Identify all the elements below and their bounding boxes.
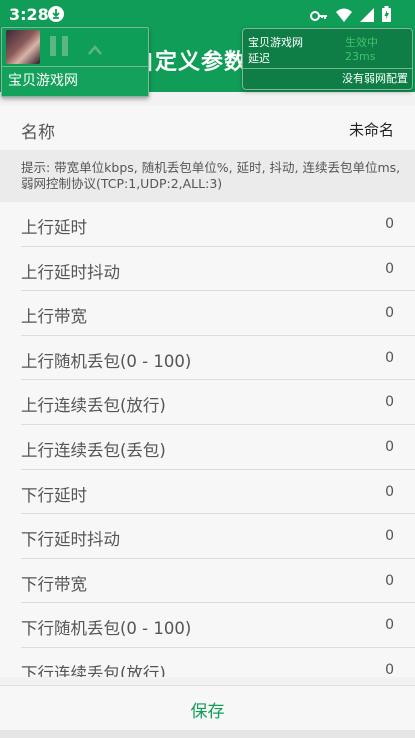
param-value[interactable]: 0 <box>385 617 394 633</box>
name-label: 名称 <box>21 123 55 143</box>
param-label: 下行延时 <box>21 485 87 505</box>
param-value[interactable]: 0 <box>385 216 394 232</box>
status-time: 3:28 <box>9 5 49 24</box>
overlay-delay-value: 23ms <box>345 50 376 63</box>
param-label: 上行延时抖动 <box>21 262 120 282</box>
param-row[interactable]: 上行延时抖动 0 <box>21 247 415 292</box>
pause-icon[interactable] <box>50 36 70 56</box>
param-label: 下行连续丢包(放行) <box>21 663 166 677</box>
hint-text: 提示: 带宽单位kbps, 随机丢包单位%, 延时, 抖动, 连续丢包单位ms,… <box>0 150 415 202</box>
param-row[interactable]: 下行随机丢包(0 - 100) 0 <box>21 603 415 648</box>
param-row[interactable]: 下行延时抖动 0 <box>21 514 415 559</box>
signal-icon <box>360 7 374 26</box>
param-label: 下行随机丢包(0 - 100) <box>21 619 192 639</box>
param-row[interactable]: 上行连续丢包(丢包) 0 <box>21 425 415 470</box>
param-row[interactable]: 上行随机丢包(0 - 100) 0 <box>21 336 415 381</box>
overlay-delay-label: 延迟 <box>248 52 270 65</box>
param-label: 下行延时抖动 <box>21 530 120 550</box>
save-button[interactable]: 保存 <box>191 697 225 722</box>
param-row[interactable]: 下行带宽 0 <box>21 559 415 604</box>
param-label: 上行连续丢包(放行) <box>21 396 166 416</box>
param-row[interactable]: 上行延时 0 <box>21 202 415 247</box>
overlay-status: 生效中 <box>345 36 378 49</box>
chevron-up-icon[interactable] <box>88 40 102 59</box>
param-row[interactable]: 下行连续丢包(放行) 0 <box>21 648 415 677</box>
battery-icon <box>382 6 391 26</box>
system-icons <box>310 6 391 26</box>
name-value[interactable]: 未命名 <box>349 119 394 140</box>
avatar[interactable] <box>6 30 40 64</box>
overlay-app-name: 宝贝游戏网 <box>248 36 303 49</box>
param-value[interactable]: 0 <box>385 528 394 544</box>
param-value[interactable]: 0 <box>385 350 394 366</box>
overlay-config-text: 没有弱网配置 <box>243 68 412 89</box>
param-value[interactable]: 0 <box>385 439 394 455</box>
param-label: 上行连续丢包(丢包) <box>21 440 166 460</box>
floating-control-panel[interactable]: 宝贝游戏网 <box>1 27 149 97</box>
param-row[interactable]: 上行带宽 0 <box>21 291 415 336</box>
param-value[interactable]: 0 <box>385 662 394 677</box>
param-label: 下行带宽 <box>21 574 87 594</box>
param-label: 上行随机丢包(0 - 100) <box>21 351 192 371</box>
wifi-icon <box>336 7 352 26</box>
network-status-overlay[interactable]: 宝贝游戏网 延迟 生效中 23ms 没有弱网配置 <box>242 28 413 90</box>
download-icon <box>48 6 64 22</box>
param-label: 上行带宽 <box>21 307 87 327</box>
param-value[interactable]: 0 <box>385 305 394 321</box>
bottom-edge <box>0 730 415 738</box>
bottom-bar: 保存 <box>0 685 415 730</box>
param-value[interactable]: 0 <box>385 261 394 277</box>
vpn-key-icon <box>310 7 328 26</box>
param-label: 上行延时 <box>21 218 87 237</box>
param-row[interactable]: 上行连续丢包(放行) 0 <box>21 380 415 425</box>
param-value[interactable]: 0 <box>385 484 394 500</box>
param-list[interactable]: 上行延时 0 上行延时抖动 0 上行带宽 0 上行随机丢包(0 - 100) 0 上行连… <box>0 202 415 677</box>
name-row[interactable]: 名称 未命名 <box>0 106 415 150</box>
status-bar: 3:28 <box>0 0 415 28</box>
floating-app-label[interactable]: 宝贝游戏网 <box>2 66 148 96</box>
param-value[interactable]: 0 <box>385 573 394 589</box>
param-row[interactable]: 下行延时 0 <box>21 470 415 515</box>
param-value[interactable]: 0 <box>385 394 394 410</box>
